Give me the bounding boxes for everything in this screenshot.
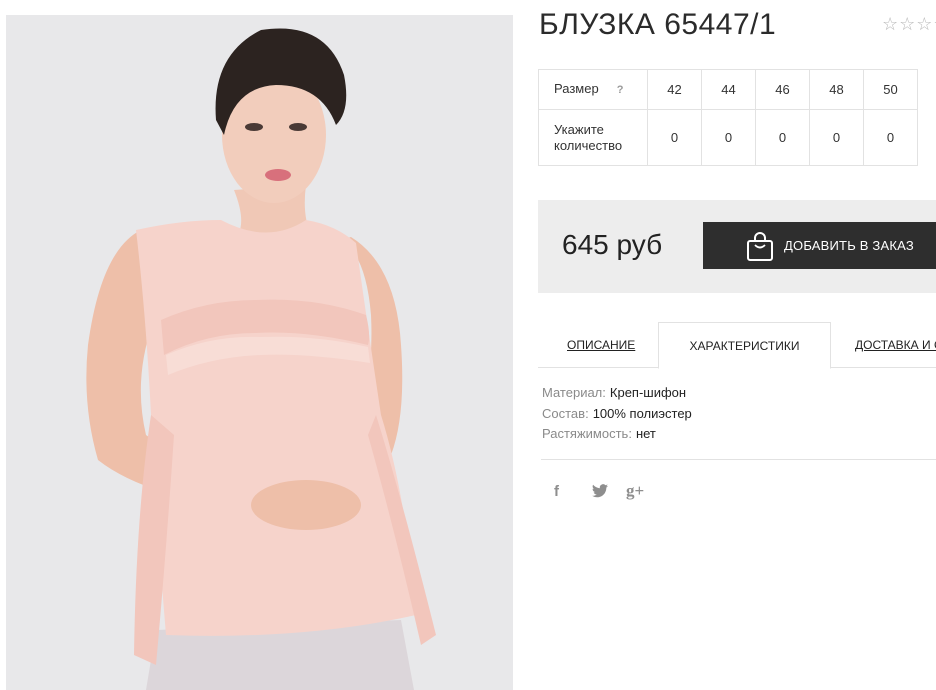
- shopping-bag-icon: [747, 231, 773, 261]
- quantity-input-42[interactable]: [648, 130, 701, 145]
- rating-stars[interactable]: ☆ ☆ ☆ ☆ ☆: [882, 15, 936, 33]
- spec-row: Состав: 100% полиэстер: [542, 404, 692, 425]
- size-header-cell: Размер?: [538, 69, 648, 110]
- size-cell: 48: [809, 69, 864, 110]
- quantity-cell: [701, 109, 756, 166]
- quantity-header-cell: Укажите количество: [538, 109, 648, 166]
- product-title: БЛУЗКА 65447/1: [539, 8, 777, 41]
- quantity-input-48[interactable]: [810, 130, 863, 145]
- quantity-row: Укажите количество: [538, 109, 918, 166]
- product-photo-illustration: [6, 15, 513, 690]
- tab-characteristics[interactable]: ХАРАКТЕРИСТИКИ: [658, 322, 831, 369]
- spec-value: нет: [635, 426, 656, 441]
- star-icon[interactable]: ☆: [882, 15, 898, 33]
- spec-value: Креп-шифон: [609, 385, 687, 400]
- facebook-icon[interactable]: f: [554, 483, 568, 500]
- star-icon[interactable]: ☆: [899, 15, 915, 33]
- size-cell: 46: [755, 69, 810, 110]
- add-to-order-label: ДОБАВИТЬ В ЗАКАЗ: [784, 238, 914, 253]
- spec-row: Материал: Креп-шифон: [542, 383, 692, 404]
- characteristics-list: Материал: Креп-шифон Состав: 100% полиэсте…: [542, 383, 692, 445]
- quantity-cell: [863, 109, 918, 166]
- spec-key: Растяжимость:: [542, 426, 632, 441]
- size-cell: 42: [647, 69, 702, 110]
- add-to-order-button[interactable]: ДОБАВИТЬ В ЗАКАЗ: [703, 222, 936, 269]
- tab-delivery-payment[interactable]: ДОСТАВКА И ОПЛАТА: [855, 322, 936, 368]
- buy-box: 645 руб ДОБАВИТЬ В ЗАКАЗ: [538, 200, 936, 293]
- size-cell: 50: [863, 69, 918, 110]
- spec-key: Состав:: [542, 405, 589, 421]
- size-help-icon[interactable]: ?: [617, 82, 624, 98]
- size-cell: 44: [701, 69, 756, 110]
- twitter-icon[interactable]: [592, 484, 608, 498]
- spec-value: 100% полиэстер: [592, 405, 692, 421]
- spec-row: Растяжимость: нет: [542, 424, 692, 445]
- product-photo[interactable]: [6, 15, 513, 690]
- tab-description[interactable]: ОПИСАНИЕ: [567, 322, 635, 368]
- product-price: 645 руб: [562, 229, 663, 260]
- googleplus-icon[interactable]: g+: [626, 481, 644, 501]
- star-icon[interactable]: ☆: [916, 15, 932, 33]
- size-header-label: Размер: [554, 81, 599, 96]
- quantity-cell: [755, 109, 810, 166]
- quantity-cell: [647, 109, 702, 166]
- divider: [541, 459, 936, 460]
- quantity-input-46[interactable]: [756, 130, 809, 145]
- quantity-cell: [809, 109, 864, 166]
- size-row: Размер? 42 44 46 48 50: [538, 69, 918, 110]
- quantity-input-44[interactable]: [702, 130, 755, 145]
- product-tabs: ОПИСАНИЕ ХАРАКТЕРИСТИКИ ДОСТАВКА И ОПЛАТ…: [538, 322, 936, 369]
- social-share: f g+: [554, 481, 644, 501]
- quantity-input-50[interactable]: [864, 130, 917, 145]
- spec-key: Материал:: [542, 385, 606, 400]
- size-quantity-table: Размер? 42 44 46 48 50 Укажите количеств…: [538, 69, 918, 166]
